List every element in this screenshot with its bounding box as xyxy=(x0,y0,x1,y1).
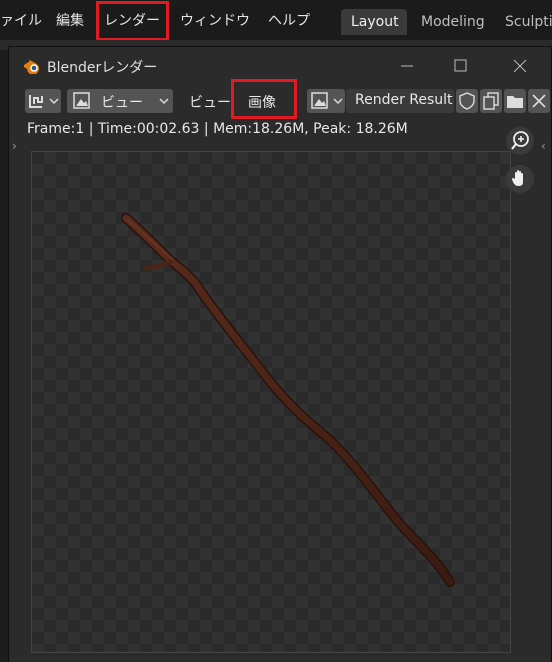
duplicate-icon xyxy=(483,92,499,110)
fake-user-button[interactable] xyxy=(456,89,478,113)
chevron-down-icon xyxy=(159,98,169,105)
pan-button[interactable] xyxy=(506,165,534,193)
view-mode-dropdown[interactable]: ビュー xyxy=(67,89,173,113)
sidebar-expand-arrow[interactable]: ‹ xyxy=(541,139,546,153)
render-window: Blenderレンダー ビュー ビュー 画像 Render Result Fra… xyxy=(8,46,552,662)
main-menubar: ァイル 編集 レンダー ウィンドウ ヘルプ Layout Modeling Sc… xyxy=(0,0,552,40)
view-mode-label: ビュー xyxy=(101,95,143,111)
menu-help[interactable]: ヘルプ xyxy=(268,10,310,30)
tab-modeling[interactable]: Modeling xyxy=(411,9,497,35)
window-title: Blenderレンダー xyxy=(47,60,158,76)
close-window-button[interactable] xyxy=(503,53,537,79)
editor-type-button[interactable] xyxy=(25,89,61,113)
image-viewport[interactable] xyxy=(9,127,551,662)
tab-layout[interactable]: Layout xyxy=(341,9,407,35)
minimize-icon xyxy=(401,65,413,67)
close-icon xyxy=(513,59,527,73)
chevron-down-icon xyxy=(49,98,59,105)
maximize-icon xyxy=(454,59,467,72)
render-stats: Frame:1 | Time:00:02.63 | Mem:18.26M, Pe… xyxy=(27,121,408,137)
image-icon xyxy=(73,92,90,109)
minimize-button[interactable] xyxy=(390,53,424,79)
rendered-stick-image xyxy=(121,213,455,587)
image-editor-icon xyxy=(29,95,43,108)
menu-edit[interactable]: 編集 xyxy=(56,10,84,30)
folder-icon xyxy=(507,96,523,108)
render-canvas[interactable] xyxy=(31,151,511,653)
image-browse-button[interactable] xyxy=(307,89,345,113)
zoom-button[interactable] xyxy=(506,127,534,155)
render-menu-highlight xyxy=(96,1,169,41)
open-image-button[interactable] xyxy=(504,89,526,113)
close-icon xyxy=(532,94,546,108)
view-menu[interactable]: ビュー xyxy=(183,89,233,113)
blender-logo-icon xyxy=(24,59,39,74)
image-icon xyxy=(311,92,328,109)
image-menu-highlight xyxy=(231,79,297,119)
maximize-button[interactable] xyxy=(443,53,477,79)
toolbar-expand-arrow[interactable]: › xyxy=(12,139,17,153)
duplicate-image-button[interactable] xyxy=(480,89,502,113)
hand-icon xyxy=(512,170,523,186)
chevron-down-icon xyxy=(333,98,343,105)
view-menu-label: ビュー xyxy=(189,95,231,111)
menu-file[interactable]: ァイル xyxy=(0,10,42,30)
menu-window[interactable]: ウィンドウ xyxy=(180,10,250,30)
image-name-value: Render Result xyxy=(355,92,453,108)
image-name-field[interactable]: Render Result xyxy=(346,89,454,113)
unlink-image-button[interactable] xyxy=(528,89,550,113)
render-info-bar: Frame:1 | Time:00:02.63 | Mem:18.26M, Pe… xyxy=(9,117,551,143)
shield-icon xyxy=(459,92,475,110)
zoom-icon xyxy=(511,131,529,150)
tab-sculpting[interactable]: Sculptin xyxy=(495,9,552,35)
